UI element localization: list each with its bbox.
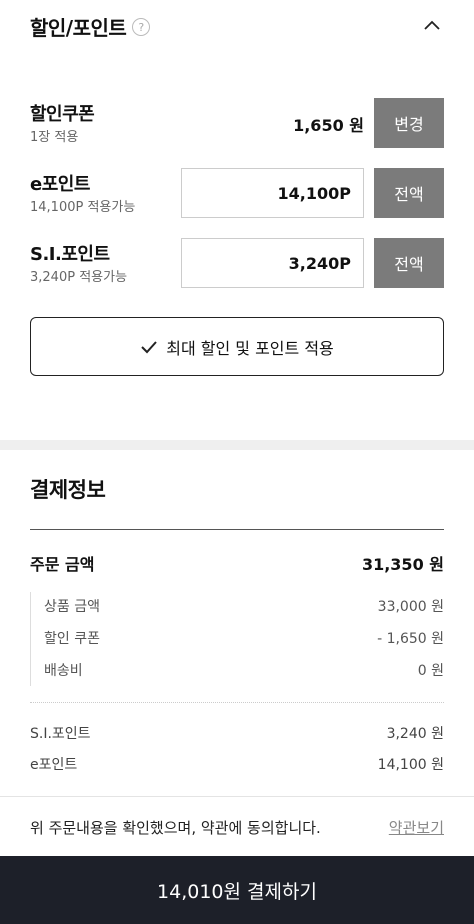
sipoint-input[interactable]: 3,240P [181, 238, 364, 288]
shipping-fee-row: 배송비 0 원 [44, 658, 444, 682]
e-point-label: e포인트 [30, 757, 78, 773]
order-amount-label: 주문 금액 [30, 555, 95, 574]
epoint-input[interactable]: 14,100P [181, 168, 364, 218]
e-point-row: e포인트 14,100 원 [30, 752, 444, 776]
chevron-up-icon[interactable] [422, 16, 442, 36]
coupon-discount-row: 할인 쿠폰 - 1,650 원 [44, 626, 444, 650]
coupon-discount-label: 할인 쿠폰 [44, 631, 100, 647]
epoint-row: e포인트 14,100P 적용가능 14,100P 전액 [30, 168, 444, 218]
product-amount-label: 상품 금액 [44, 599, 100, 615]
terms-bar: 위 주문내용을 확인했으며, 약관에 동의합니다. 약관보기 [0, 796, 474, 856]
discount-section-header[interactable]: 할인/포인트 ? [30, 10, 444, 42]
epoint-full-button[interactable]: 전액 [374, 168, 444, 218]
terms-agreement-text: 위 주문내용을 확인했으며, 약관에 동의합니다. [30, 819, 321, 837]
si-point-row: S.I.포인트 3,240 원 [30, 721, 444, 745]
coupon-discount-value: - 1,650 원 [377, 631, 444, 647]
coupon-value: 1,650 원 [293, 116, 364, 135]
change-coupon-button[interactable]: 변경 [374, 98, 444, 148]
sipoint-row: S.I.포인트 3,240P 적용가능 3,240P 전액 [30, 238, 444, 288]
payment-info-title: 결제정보 [30, 478, 106, 502]
product-amount-row: 상품 금액 33,000 원 [44, 594, 444, 618]
e-point-value: 14,100 원 [377, 757, 444, 773]
product-amount-value: 33,000 원 [377, 599, 444, 615]
sipoint-label: S.I.포인트 [30, 244, 110, 265]
epoint-sub: 14,100P 적용가능 [30, 200, 136, 215]
view-terms-link[interactable]: 약관보기 [389, 817, 444, 838]
check-icon [141, 340, 157, 353]
shipping-fee-label: 배송비 [44, 663, 83, 679]
max-discount-label: 최대 할인 및 포인트 적용 [166, 338, 334, 358]
si-point-label: S.I.포인트 [30, 726, 91, 742]
coupon-sub: 1장 적용 [30, 130, 79, 145]
payment-divider [30, 529, 444, 530]
order-amount-row: 주문 금액 31,350 원 [30, 550, 444, 576]
pay-button[interactable]: 14,010원 결제하기 [0, 856, 474, 924]
si-point-value: 3,240 원 [386, 726, 444, 742]
order-amount-value: 31,350 원 [361, 555, 444, 574]
max-discount-button[interactable]: 최대 할인 및 포인트 적용 [30, 317, 444, 376]
help-icon[interactable]: ? [132, 18, 151, 36]
order-detail-group: 상품 금액 33,000 원 할인 쿠폰 - 1,650 원 배송비 0 원 [30, 592, 444, 686]
coupon-row: 할인쿠폰 1장 적용 1,650 원 변경 [30, 98, 444, 148]
coupon-label: 할인쿠폰 [30, 104, 95, 125]
shipping-fee-value: 0 원 [417, 663, 444, 679]
section-divider [0, 440, 474, 450]
epoint-label: e포인트 [30, 174, 90, 195]
sipoint-full-button[interactable]: 전액 [374, 238, 444, 288]
detail-divider [30, 702, 444, 703]
discount-section-title: 할인/포인트 [30, 15, 127, 40]
sipoint-sub: 3,240P 적용가능 [30, 270, 128, 285]
